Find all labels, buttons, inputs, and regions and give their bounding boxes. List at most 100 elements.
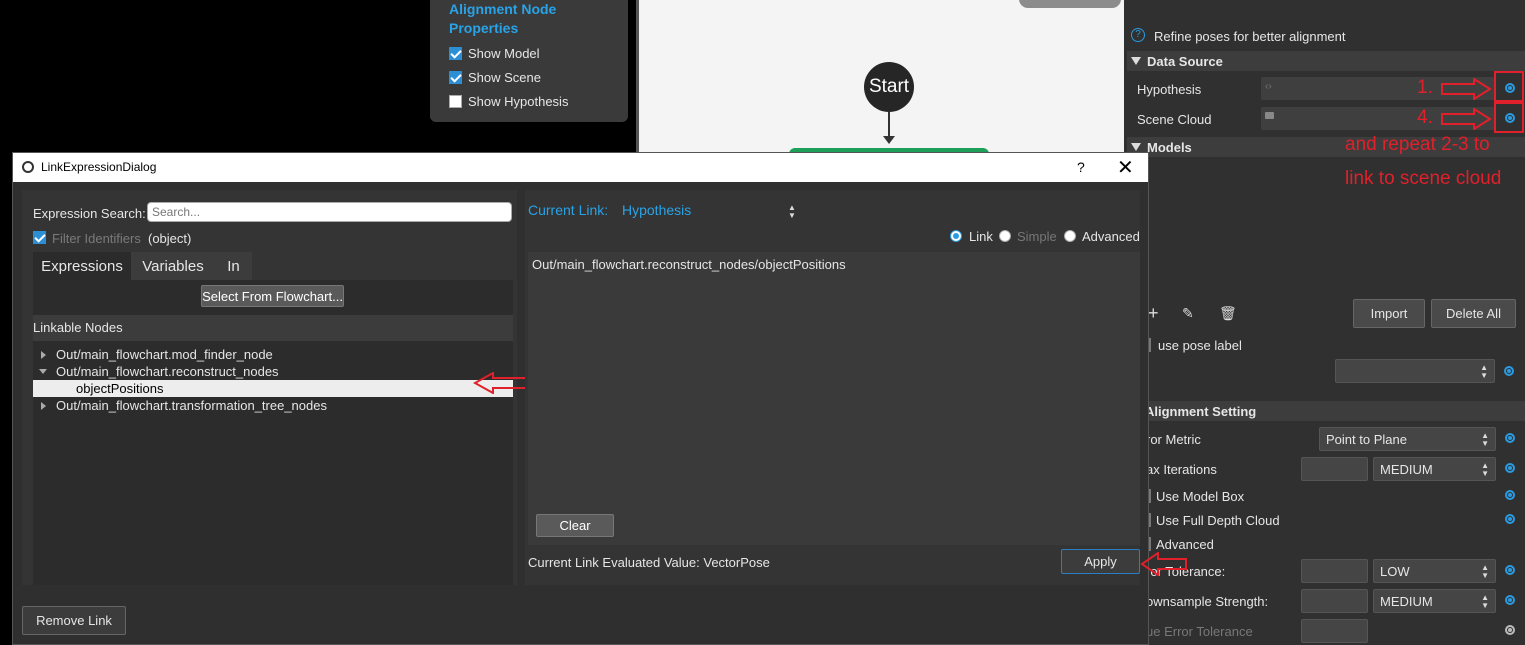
dropdown-value: MEDIUM xyxy=(1380,461,1433,477)
delete-all-button[interactable]: Delete All xyxy=(1431,299,1516,328)
node-settings-panel: ? Refine poses for better alignment Data… xyxy=(1124,0,1525,645)
tree-item-selected[interactable]: objectPositions xyxy=(33,380,513,397)
section-title: Models xyxy=(1147,139,1192,155)
tree-item-label: Out/main_flowchart.reconstruct_nodes xyxy=(56,364,279,379)
true-error-tolerance-link-icon[interactable] xyxy=(1505,625,1515,635)
search-label: Expression Search: xyxy=(33,206,146,221)
camera-icon xyxy=(1265,112,1274,119)
annotation-repeat-line2: link to scene cloud xyxy=(1345,168,1502,189)
current-link-dropdown[interactable]: Hypothesis xyxy=(622,202,797,218)
use-full-depth-label: Use Full Depth Cloud xyxy=(1156,513,1280,528)
annotation-highlight-box xyxy=(1494,71,1524,102)
use-pose-label-text: use pose label xyxy=(1158,338,1242,353)
spin-arrows-icon: ▲ ▼ xyxy=(1481,563,1489,580)
edit-icon[interactable]: ✎ xyxy=(1182,305,1194,322)
pose-label-dropdown[interactable]: ▲ ▼ xyxy=(1335,359,1495,383)
simple-radio-label: Simple xyxy=(1017,229,1057,244)
add-icon[interactable]: + xyxy=(1148,304,1159,322)
alignment-setting-header[interactable]: Alignment Setting xyxy=(1127,401,1525,421)
downsample-strength-link-icon[interactable] xyxy=(1505,595,1515,605)
dialog-titlebar[interactable] xyxy=(13,153,1148,182)
arrow-head-icon xyxy=(883,136,895,144)
downsample-strength-dropdown[interactable]: MEDIUM ▲ ▼ xyxy=(1373,589,1496,613)
expand-arrow-icon[interactable] xyxy=(41,402,46,410)
error-metric-dropdown[interactable]: Point to Plane ▲ ▼ xyxy=(1319,427,1496,451)
error-metric-link-icon[interactable] xyxy=(1505,433,1515,443)
tree-item[interactable]: Out/main_flowchart.reconstruct_nodes xyxy=(33,363,513,380)
max-iterations-label: ax Iterations xyxy=(1146,462,1217,477)
start-node[interactable]: Start xyxy=(864,62,914,112)
collapse-triangle-icon xyxy=(1131,57,1141,65)
advanced-radio[interactable] xyxy=(1064,230,1076,242)
flowchart-canvas[interactable]: Start xyxy=(636,0,1124,156)
linkable-nodes-tree: Out/main_flowchart.mod_finder_node Out/m… xyxy=(33,341,513,585)
error-tolerance-dropdown[interactable]: LOW ▲ ▼ xyxy=(1373,559,1496,583)
link-text-area[interactable]: Out/main_flowchart.reconstruct_nodes/obj… xyxy=(528,252,1140,545)
tab-expressions[interactable]: Expressions xyxy=(33,252,131,280)
checkbox-box[interactable] xyxy=(449,94,462,108)
max-iterations-dropdown[interactable]: MEDIUM ▲ ▼ xyxy=(1373,457,1496,481)
downsample-strength-input[interactable] xyxy=(1301,589,1368,613)
select-from-flowchart-button[interactable]: Select From Flowchart... xyxy=(201,285,344,307)
collapse-triangle-icon xyxy=(1131,143,1141,151)
tree-item-label: Out/main_flowchart.mod_finder_node xyxy=(56,347,273,362)
checkbox-box[interactable] xyxy=(449,46,462,60)
show-model-checkbox[interactable]: Show Model xyxy=(449,44,540,62)
expression-search-input[interactable]: Search... xyxy=(147,202,512,222)
error-metric-label: ror Metric xyxy=(1146,432,1201,447)
import-button[interactable]: Import xyxy=(1353,299,1425,328)
checkbox-label: Show Scene xyxy=(468,69,541,85)
apply-button[interactable]: Apply xyxy=(1061,549,1140,574)
filter-identifiers-checkbox[interactable] xyxy=(33,231,46,244)
link-glyph-icon: ‹› xyxy=(1265,81,1272,92)
show-scene-checkbox[interactable]: Show Scene xyxy=(449,68,541,86)
dialog-help-button[interactable]: ? xyxy=(1077,159,1085,175)
help-icon[interactable]: ? xyxy=(1131,28,1145,42)
remove-link-button[interactable]: Remove Link xyxy=(22,606,126,635)
error-tolerance-link-icon[interactable] xyxy=(1505,565,1515,575)
annotation-repeat-line1: and repeat 2-3 to xyxy=(1345,134,1490,155)
advanced-label: Advanced xyxy=(1156,537,1214,552)
expression-browser: Expression Search: Search... Filter Iden… xyxy=(22,190,558,585)
filter-value: (object) xyxy=(148,231,192,246)
annotation-arrow-icon xyxy=(1441,78,1492,100)
true-error-tolerance-input[interactable] xyxy=(1301,619,1368,643)
tree-item[interactable]: Out/main_flowchart.mod_finder_node xyxy=(33,346,513,363)
trash-icon[interactable]: 🗑 xyxy=(1219,305,1237,322)
dialog-title: LinkExpressionDialog xyxy=(41,160,157,174)
use-full-depth-link-icon[interactable] xyxy=(1505,514,1515,524)
checkbox-label: Show Hypothesis xyxy=(468,93,569,109)
annotation-highlight-box xyxy=(1494,102,1524,133)
pose-label-link-icon[interactable] xyxy=(1504,366,1514,376)
max-iterations-link-icon[interactable] xyxy=(1505,463,1515,473)
tree-item[interactable]: Out/main_flowchart.transformation_tree_n… xyxy=(33,397,513,414)
canvas-node-button[interactable] xyxy=(1019,0,1121,8)
tab-variables[interactable]: Variables xyxy=(131,252,215,280)
show-hypothesis-checkbox[interactable]: Show Hypothesis xyxy=(449,92,568,110)
checkbox-label: Show Model xyxy=(468,45,540,61)
dropdown-value: Point to Plane xyxy=(1326,431,1407,447)
expand-arrow-icon[interactable] xyxy=(41,351,46,359)
simple-radio[interactable] xyxy=(999,230,1011,242)
tree-item-label: objectPositions xyxy=(76,381,164,396)
error-tolerance-input[interactable] xyxy=(1301,559,1368,583)
clear-button[interactable]: Clear xyxy=(536,514,614,537)
advanced-radio-label: Advanced xyxy=(1082,229,1140,244)
max-iterations-input[interactable] xyxy=(1301,457,1368,481)
dialog-close-button[interactable]: ✕ xyxy=(1117,155,1134,180)
data-source-header[interactable]: Data Source xyxy=(1127,51,1525,71)
section-title: Data Source xyxy=(1147,53,1223,69)
tab-in[interactable]: In xyxy=(215,252,252,280)
tree-item-label: Out/main_flowchart.transformation_tree_n… xyxy=(56,398,327,413)
tab-body: Select From Flowchart... xyxy=(33,280,513,315)
use-model-box-label: Use Model Box xyxy=(1156,489,1245,504)
current-link-label: Current Link: xyxy=(528,202,609,218)
checkbox-box[interactable] xyxy=(449,70,462,84)
spin-arrows-icon: ▲ ▼ xyxy=(1481,431,1489,448)
annotation-step-4: 4. xyxy=(1417,107,1433,128)
spin-arrows-icon: ▲ ▼ xyxy=(1481,461,1489,478)
link-radio[interactable] xyxy=(950,230,962,242)
collapse-arrow-icon[interactable] xyxy=(39,369,47,374)
linkable-nodes-header: Linkable Nodes xyxy=(33,315,513,341)
use-model-box-link-icon[interactable] xyxy=(1505,490,1515,500)
